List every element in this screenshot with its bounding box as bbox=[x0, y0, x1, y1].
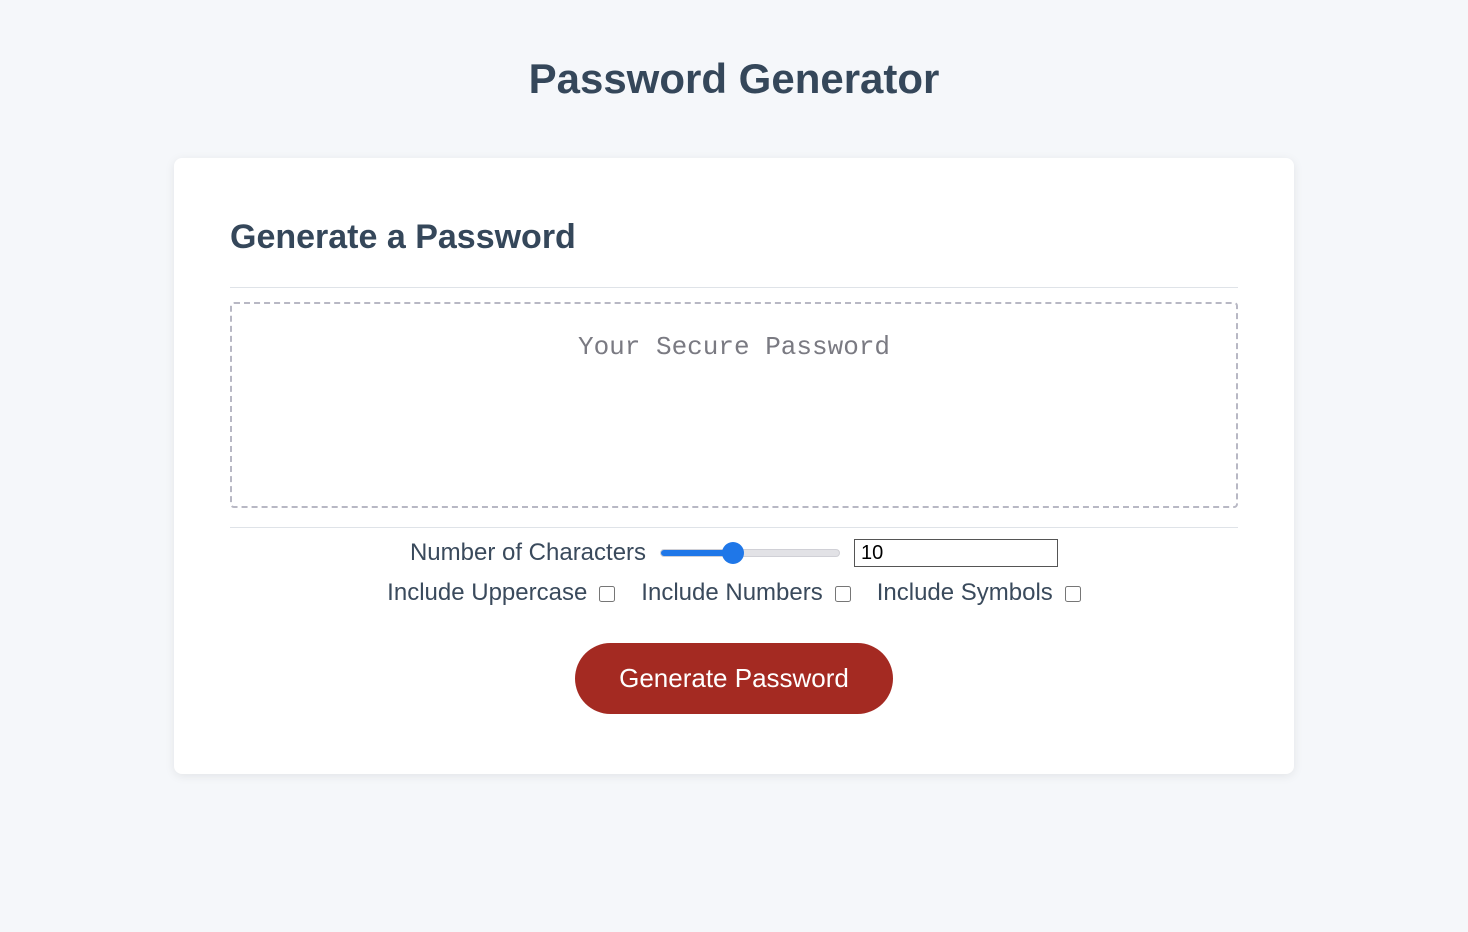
password-output[interactable] bbox=[230, 302, 1238, 508]
uppercase-option: Include Uppercase bbox=[387, 574, 615, 612]
characters-label: Number of Characters bbox=[410, 534, 646, 572]
characters-slider[interactable] bbox=[660, 549, 840, 557]
options-row: Include Uppercase Include Numbers Includ… bbox=[230, 574, 1238, 612]
uppercase-checkbox[interactable] bbox=[599, 586, 615, 602]
numbers-option: Include Numbers bbox=[641, 574, 850, 612]
symbols-checkbox[interactable] bbox=[1065, 586, 1081, 602]
symbols-option: Include Symbols bbox=[877, 574, 1081, 612]
generator-card: Generate a Password Number of Characters… bbox=[174, 158, 1294, 774]
generate-password-button[interactable]: Generate Password bbox=[575, 643, 893, 714]
divider bbox=[230, 287, 1238, 288]
page-title: Password Generator bbox=[0, 0, 1468, 158]
card-title: Generate a Password bbox=[230, 218, 1238, 257]
symbols-label: Include Symbols bbox=[877, 574, 1053, 612]
controls-section: Number of Characters Include Uppercase I… bbox=[230, 534, 1238, 613]
divider bbox=[230, 527, 1238, 528]
characters-row: Number of Characters bbox=[230, 534, 1238, 572]
characters-input[interactable] bbox=[854, 539, 1058, 567]
numbers-checkbox[interactable] bbox=[835, 586, 851, 602]
uppercase-label: Include Uppercase bbox=[387, 574, 587, 612]
numbers-label: Include Numbers bbox=[641, 574, 822, 612]
